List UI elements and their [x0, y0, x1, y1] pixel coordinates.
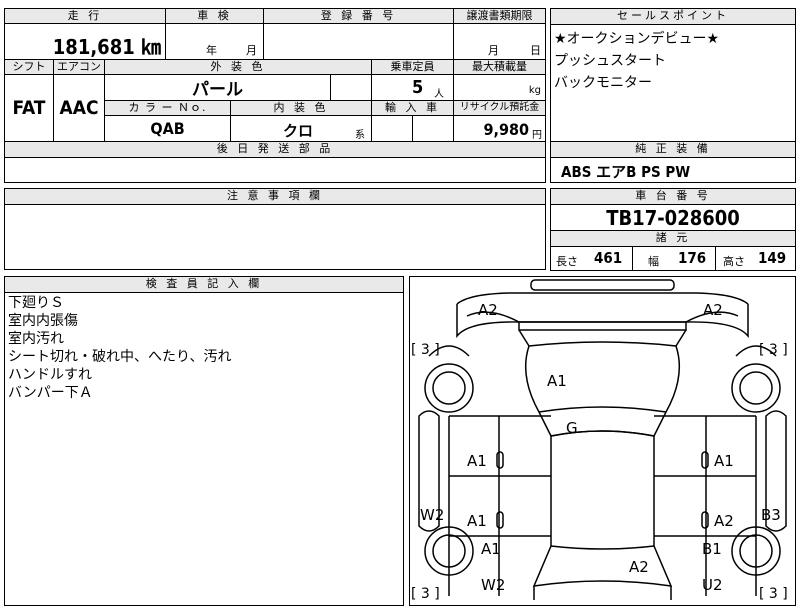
header-max-load: 最大積載量: [453, 59, 546, 75]
height-label: 高さ: [723, 255, 745, 268]
inspector-line-6: バンパー下Ａ: [8, 385, 93, 401]
aircon-cell: AAC: [53, 74, 105, 142]
genuine-equipment-header: 純 正 装 備: [550, 141, 796, 158]
recycle-value: 9,980: [483, 120, 529, 139]
inspector-line-3: 室内汚れ: [8, 331, 64, 347]
recycle-unit: 円: [532, 130, 542, 141]
header-interior-color: 内 装 色: [230, 100, 372, 116]
aircon-value: AAC: [59, 97, 99, 119]
registration-cell: [263, 23, 454, 60]
mark-rear-door-left: A1: [467, 512, 487, 530]
color-no-value: QAB: [150, 119, 185, 138]
header-aircon: エアコン: [53, 59, 105, 75]
specs-header: 諸 元: [550, 230, 796, 247]
length-value: 461: [594, 249, 623, 267]
inspection-cell: 年 月: [165, 23, 264, 60]
specs-height-cell: 高さ 149: [715, 246, 796, 271]
import-cell-a: [371, 115, 413, 142]
interior-color-suffix: 系: [355, 130, 365, 141]
mark-front-left: A2: [478, 301, 498, 319]
sales-points-header: セールスポイント: [550, 8, 796, 25]
inspector-line-5: ハンドルすれ: [8, 367, 92, 383]
mark-front-door-right: A1: [714, 452, 734, 470]
color-no-cell: QAB: [104, 115, 231, 142]
exterior-color-value: パール: [192, 80, 243, 100]
interior-color-cell: クロ 系: [230, 115, 372, 142]
transfer-day-unit: 日: [530, 44, 541, 57]
genuine-equipment-cell: ABS エアB PS PW: [550, 157, 796, 183]
genuine-equipment-value: ABS エアB PS PW: [561, 163, 691, 181]
tread-right-top: [ 3 ]: [759, 342, 788, 358]
header-recycle: リサイクル預託金: [453, 100, 546, 116]
notes-header: 注 意 事 項 欄: [4, 188, 546, 205]
mark-rear-door-right: A2: [714, 512, 734, 530]
header-delivery-parts: 後 日 発 送 部 品: [4, 141, 546, 158]
mark-rear-quarter-left: W2: [481, 576, 505, 594]
inspection-year-unit: 年: [206, 44, 217, 57]
mark-rear-fender-right: B1: [702, 540, 722, 558]
sales-point-3: バックモニター: [554, 75, 652, 91]
car-diagram: [ 3 ] [ 3 ] [ 3 ] [ 3 ] A2 A2 A1 G A1 A1…: [411, 279, 788, 600]
recycle-cell: 9,980 円: [453, 115, 546, 142]
mark-front-door-left: A1: [467, 452, 487, 470]
shift-value: FAT: [12, 97, 46, 119]
interior-color-value: クロ: [283, 122, 314, 140]
sales-point-1: ★オークションデビュー★: [554, 31, 720, 47]
width-label: 幅: [648, 255, 659, 268]
specs-length-cell: 長さ 461: [550, 246, 633, 271]
tread-left-top: [ 3 ]: [411, 342, 440, 358]
delivery-parts-cell: [4, 157, 546, 183]
tread-right-bottom: [ 3 ]: [759, 586, 788, 600]
capacity-unit: 人: [434, 89, 444, 100]
capacity-value: 5: [412, 77, 424, 98]
mark-left-side: W2: [420, 506, 444, 524]
mark-rear-quarter-right: U2: [702, 576, 723, 594]
mark-bonnet: A1: [547, 372, 567, 390]
length-label: 長さ: [556, 255, 578, 268]
inspector-line-2: 室内内張傷: [8, 313, 78, 329]
transfer-deadline-cell: 月 日: [453, 23, 546, 60]
mark-rear-fender-left: A1: [481, 540, 501, 558]
exterior-color-extra-cell: [330, 74, 372, 101]
max-load-cell: kg: [453, 74, 546, 101]
mark-front-right: A2: [703, 301, 723, 319]
mileage-value: 181,681 ㎞: [52, 35, 161, 59]
capacity-cell: 5 人: [371, 74, 454, 101]
mark-trunk: A2: [629, 558, 649, 576]
header-inspection: 車 検: [165, 8, 264, 24]
sales-point-2: プッシュスタート: [554, 53, 666, 69]
header-transfer-deadline: 譲渡書類期限: [453, 8, 546, 24]
transfer-month-unit: 月: [488, 44, 499, 57]
header-shift: シフト: [4, 59, 54, 75]
width-value: 176: [678, 249, 707, 267]
inspection-month-unit: 月: [246, 44, 257, 57]
specs-width-cell: 幅 176: [632, 246, 716, 271]
mark-roof: G: [566, 419, 578, 437]
exterior-color-cell: パール: [104, 74, 331, 101]
height-value: 149: [758, 249, 787, 267]
mileage-cell: 181,681 ㎞: [4, 23, 166, 60]
inspector-line-4: シート切れ・破れ中、へたり、汚れ: [8, 349, 232, 365]
tread-left-bottom: [ 3 ]: [411, 586, 440, 600]
chassis-cell: TB17-028600: [550, 204, 796, 231]
inspector-header: 検 査 員 記 入 欄: [4, 276, 404, 293]
chassis-value: TB17-028600: [606, 205, 740, 230]
load-unit: kg: [528, 85, 541, 96]
header-color-no: カ ラ ー Ｎｏ.: [104, 100, 231, 116]
shift-cell: FAT: [4, 74, 54, 142]
header-capacity: 乗車定員: [371, 59, 454, 75]
header-import: 輸 入 車: [371, 100, 454, 116]
import-cell-b: [412, 115, 454, 142]
inspector-line-1: 下廻りＳ: [8, 295, 64, 311]
header-exterior-color: 外 装 色: [104, 59, 372, 75]
header-mileage: 走 行: [4, 8, 166, 24]
chassis-header: 車 台 番 号: [550, 188, 796, 205]
mark-right-side: B3: [761, 506, 781, 524]
header-registration: 登 録 番 号: [263, 8, 454, 24]
